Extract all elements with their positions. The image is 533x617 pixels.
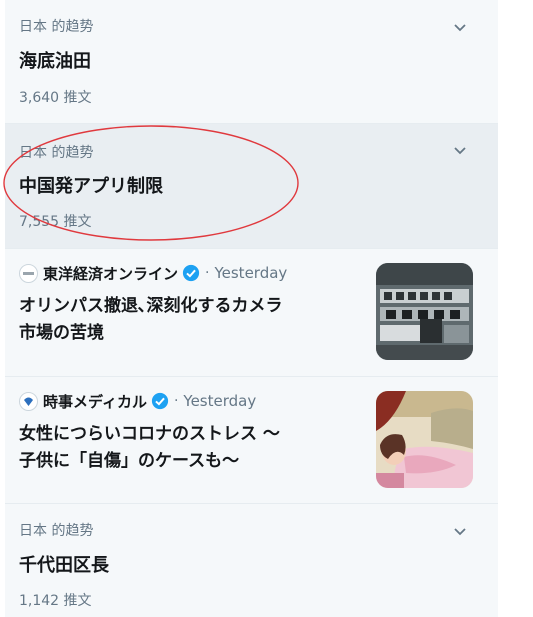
news-item[interactable]: 東洋経済オンライン · Yesterday オリンパス撤退､深刻化するカメラ 市… (5, 249, 498, 376)
trend-tweet-count: 1,142 推文 (19, 593, 92, 609)
separator-dot: · (173, 393, 179, 409)
verified-badge-icon (182, 264, 200, 282)
news-time: Yesterday (183, 392, 257, 410)
trend-name: 中国発アプリ制限 (19, 176, 163, 197)
verified-badge-icon (151, 392, 169, 410)
headline-line: 子供に「自傷」のケースも～ (19, 451, 240, 471)
chevron-down-icon[interactable] (451, 19, 469, 37)
trends-panel: 日本 的趋势 海底油田 3,640 推文 日本 的趋势 中国発アプリ制限 7,5… (5, 0, 498, 617)
news-time: Yesterday (214, 264, 288, 282)
trend-category: 日本 的趋势 (19, 523, 94, 539)
trend-name: 海底油田 (19, 51, 91, 72)
news-headline: 女性につらいコロナのストレス ～ 子供に「自傷」のケースも～ (19, 421, 359, 475)
headline-line: オリンパス撤退､深刻化するカメラ (19, 296, 283, 316)
trend-name: 千代田区長 (19, 555, 109, 576)
trend-tweet-count: 3,640 推文 (19, 90, 92, 106)
trend-category: 日本 的趋势 (19, 145, 94, 161)
news-thumbnail (376, 263, 473, 360)
headline-line: 女性につらいコロナのストレス ～ (19, 424, 280, 444)
trend-category: 日本 的趋势 (19, 19, 94, 35)
news-thumbnail (376, 391, 473, 488)
news-source-name: 時事メディカル (43, 392, 147, 411)
trend-item[interactable]: 日本 的趋势 千代田区長 1,142 推文 (5, 504, 498, 617)
news-source-name: 東洋経済オンライン (43, 264, 179, 283)
trend-item[interactable]: 日本 的趋势 海底油田 3,640 推文 (5, 0, 498, 123)
trend-tweet-count: 7,555 推文 (19, 214, 92, 230)
chevron-down-icon[interactable] (451, 142, 469, 160)
news-item[interactable]: 時事メディカル · Yesterday 女性につらいコロナのストレス ～ 子供に… (5, 377, 498, 503)
source-logo-icon (19, 391, 38, 411)
trend-item[interactable]: 日本 的趋势 中国発アプリ制限 7,555 推文 (5, 124, 498, 248)
news-headline: オリンパス撤退､深刻化するカメラ 市場の苦境 (19, 293, 359, 347)
headline-line: 市場の苦境 (19, 323, 104, 343)
news-source-row: 時事メディカル · Yesterday (19, 391, 256, 411)
separator-dot: · (205, 265, 210, 281)
chevron-down-icon[interactable] (451, 523, 469, 541)
source-logo-icon (19, 263, 38, 283)
news-source-row: 東洋経済オンライン · Yesterday (19, 263, 287, 283)
